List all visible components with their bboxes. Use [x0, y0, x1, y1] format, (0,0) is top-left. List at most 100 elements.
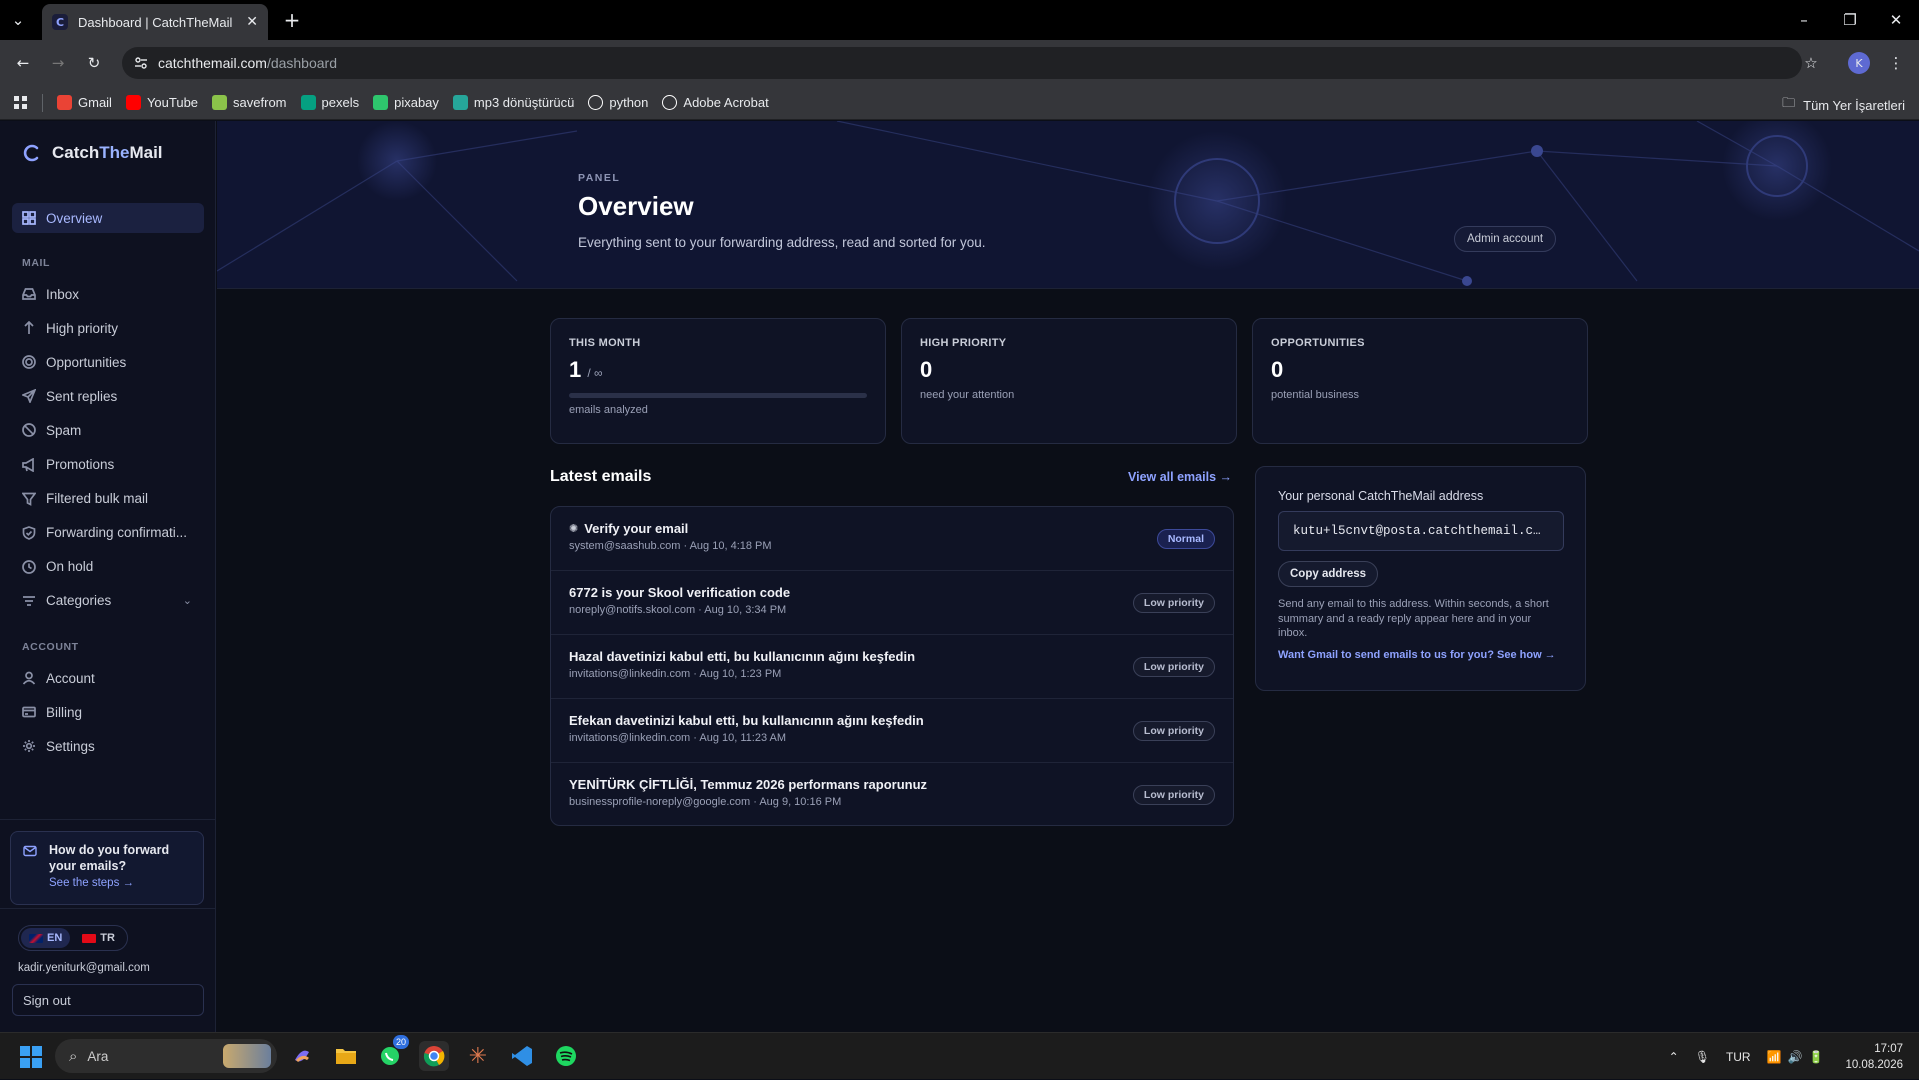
nav-item-label: On hold: [46, 559, 94, 575]
nav-item-label: Promotions: [46, 457, 115, 472]
nav-opportunities[interactable]: Opportunities: [12, 347, 204, 377]
restore-icon[interactable]: ❐: [1840, 10, 1860, 30]
bookmarks-divider: [42, 93, 43, 112]
gmail-forwarding-link[interactable]: Want Gmail to send emails to us for you?…: [1278, 649, 1563, 661]
vscode-icon[interactable]: [507, 1041, 537, 1071]
whatsapp-badge: 20: [392, 1035, 409, 1049]
reload-icon[interactable]: ↻: [83, 52, 105, 74]
bookmark-savefrom[interactable]: savefrom: [212, 95, 287, 110]
bookmark-gmail[interactable]: Gmail: [57, 95, 112, 110]
lang-tr-button[interactable]: TR: [74, 928, 123, 948]
personal-address-card: Your personal CatchTheMail address kutu+…: [1255, 466, 1586, 691]
nav-sent-replies[interactable]: Sent replies: [12, 381, 204, 411]
bookmark-adobe-acrobat[interactable]: Adobe Acrobat: [662, 95, 769, 110]
site-info-icon[interactable]: [134, 56, 148, 70]
nav-item-label: Sent replies: [46, 388, 118, 404]
python-icon: [588, 95, 604, 110]
email-row[interactable]: Hazal davetinizi kabul etti, bu kullanıc…: [551, 635, 1233, 699]
bookmark-star-icon[interactable]: ☆: [1800, 52, 1822, 74]
bookmark-pexels[interactable]: pexels: [300, 95, 359, 110]
email-row[interactable]: ✺ Verify your email system@saashub.com · A…: [551, 507, 1233, 571]
account-section-label: ACCOUNT: [22, 641, 79, 653]
nav-settings[interactable]: Settings: [12, 731, 204, 761]
nav-item-label: Filtered bulk mail: [46, 491, 149, 507]
close-window-icon[interactable]: ✕: [1886, 10, 1906, 30]
brand-the: The: [99, 143, 130, 162]
microphone-icon[interactable]: 🎙: [1695, 1050, 1710, 1064]
copilot-app-icon[interactable]: [287, 1041, 317, 1071]
bookmark-mp3-d-n-t-r-c-[interactable]: mp3 dönüştürücü: [452, 95, 574, 110]
stat-value: 0: [1271, 357, 1284, 382]
nav-inbox[interactable]: Inbox: [12, 279, 204, 309]
forward-icon[interactable]: →: [47, 52, 69, 74]
input-language[interactable]: TUR: [1726, 1050, 1751, 1064]
email-row[interactable]: 6772 is your Skool verification code nore…: [551, 571, 1233, 635]
nav-forwarding-confirmati[interactable]: Forwarding confirmati...: [12, 518, 204, 548]
close-tab-icon[interactable]: ✕: [246, 14, 258, 30]
minimize-icon[interactable]: –: [1794, 10, 1814, 30]
see-steps-link[interactable]: See the steps →: [49, 877, 193, 889]
email-subject-text: 6772 is your Skool verification code: [569, 585, 791, 600]
file-explorer-icon[interactable]: [331, 1041, 361, 1071]
taskbar-search[interactable]: ⌕ Ara: [55, 1039, 277, 1073]
email-row[interactable]: Efekan davetinizi kabul etti, bu kullanı…: [551, 699, 1233, 763]
stat-value: 1 / ∞: [569, 357, 867, 383]
user-icon: [22, 671, 36, 685]
pixabay-icon: [373, 95, 389, 110]
apps-grid-icon[interactable]: [14, 95, 28, 110]
overview-hero: PANEL Overview Everything sent to your f…: [217, 121, 1919, 289]
sidebar-divider: [0, 819, 216, 820]
spotify-icon[interactable]: [551, 1041, 581, 1071]
new-tab-icon[interactable]: +: [282, 8, 302, 32]
system-clock[interactable]: 17:07 10.08.2026: [1845, 1041, 1903, 1073]
clock-time: 17:07: [1874, 1042, 1903, 1055]
chevron-down-icon[interactable]: ⌄: [183, 594, 192, 607]
taskbar-search-placeholder: Ara: [87, 1048, 109, 1064]
nav-billing[interactable]: Billing: [12, 697, 204, 727]
brand-logo[interactable]: CatchTheMail: [22, 143, 163, 163]
bookmark-youtube[interactable]: YouTube: [125, 95, 198, 110]
nav-item-label: Categories: [46, 593, 112, 609]
system-tray: ⌃ 🎙 TUR 📶🔊🔋 17:07 10.08.2026: [1669, 1033, 1903, 1080]
brand-catch: Catch: [52, 143, 100, 162]
priority-badge: Low priority: [1132, 593, 1215, 613]
email-subject-text: Verify your email: [584, 521, 689, 536]
filter-icon: [22, 492, 36, 506]
windows-start-icon[interactable]: [20, 1046, 42, 1068]
claude-app-icon[interactable]: ✳: [463, 1041, 493, 1071]
nav-categories[interactable]: Categories ⌄: [12, 586, 204, 616]
view-all-emails-link[interactable]: View all emails →: [1128, 470, 1232, 484]
browser-tab[interactable]: C Dashboard | CatchTheMail ✕: [42, 4, 268, 40]
nav-on-hold[interactable]: On hold: [12, 552, 204, 582]
nav-high-priority[interactable]: High priority: [12, 313, 204, 343]
tab-search-chevron-icon[interactable]: ⌄: [8, 10, 28, 30]
forwarding-help-card[interactable]: How do you forward your emails? See the …: [10, 831, 204, 905]
network-volume-battery-icons[interactable]: 📶🔊🔋: [1767, 1050, 1830, 1064]
sign-out-button[interactable]: Sign out: [12, 984, 204, 1016]
nav-item-label: Forwarding confirmati...: [46, 525, 188, 541]
hero-eyebrow: PANEL: [578, 172, 621, 184]
profile-avatar[interactable]: K: [1848, 52, 1870, 74]
nav-overview[interactable]: Overview: [12, 203, 204, 233]
all-bookmarks[interactable]: 🗀 Tüm Yer İşaretleri: [1782, 94, 1905, 116]
bookmark-python[interactable]: python: [588, 95, 648, 110]
nav-spam[interactable]: Spam: [12, 415, 204, 445]
nav-account[interactable]: Account: [12, 663, 204, 693]
language-switcher: EN TR: [18, 925, 128, 951]
latest-emails-list: ✺ Verify your email system@saashub.com · A…: [550, 506, 1234, 826]
lang-en-button[interactable]: EN: [21, 928, 71, 948]
email-row[interactable]: YENİTÜRK ÇİFTLİĞİ, Temmuz 2026 performan…: [551, 763, 1233, 825]
nav-filtered-bulk-mail[interactable]: Filtered bulk mail: [12, 484, 204, 514]
chrome-menu-icon[interactable]: ⋮: [1885, 52, 1907, 74]
copy-address-button[interactable]: Copy address: [1278, 561, 1379, 587]
bookmark-pixabay[interactable]: pixabay: [373, 95, 439, 110]
target-icon: [22, 355, 36, 370]
whatsapp-icon[interactable]: 20: [375, 1035, 409, 1071]
nav-promotions[interactable]: Promotions: [12, 450, 204, 480]
back-icon[interactable]: ←: [12, 52, 34, 74]
chrome-app-icon[interactable]: [419, 1041, 449, 1071]
forwarding-address-field[interactable]: kutu+l5cnvt@posta.catchthemail.c…: [1278, 511, 1564, 551]
tray-chevron-up-icon[interactable]: ⌃: [1669, 1050, 1679, 1064]
usage-progress-bar: [569, 393, 867, 398]
address-bar[interactable]: catchthemail.com/dashboard: [122, 47, 1802, 79]
